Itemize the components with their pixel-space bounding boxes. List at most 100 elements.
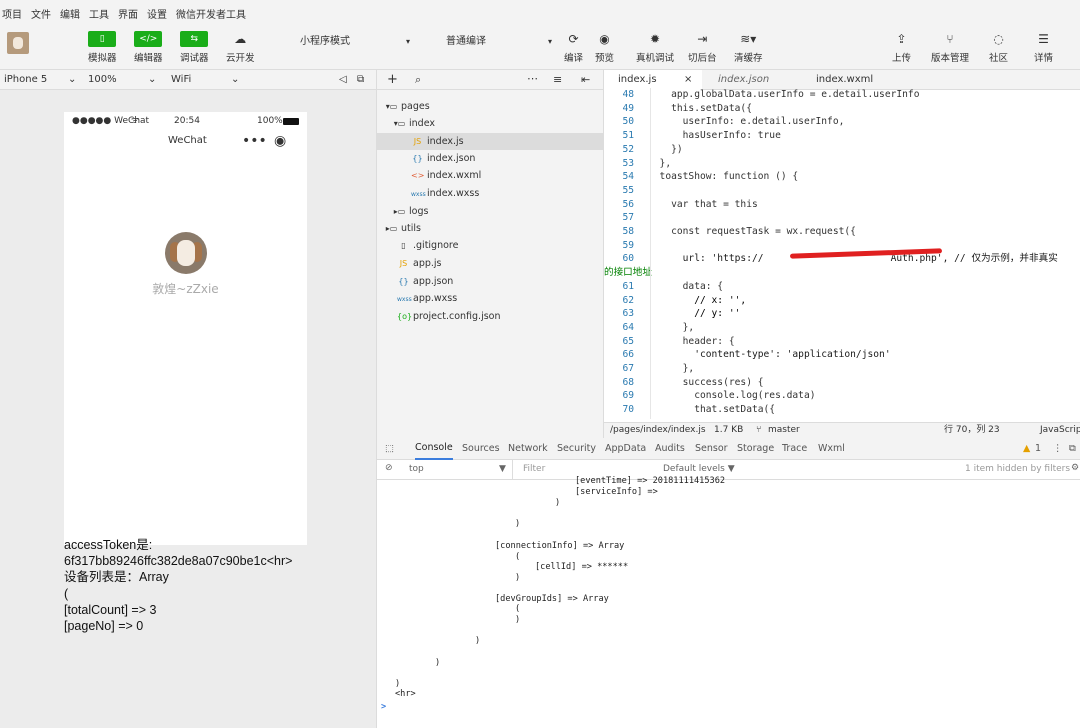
clear-console-icon[interactable]: ⊘	[385, 463, 393, 473]
console-filter-bar: ⊘ top ▼ Filter Default levels ▼ 1 item hi…	[377, 460, 1080, 480]
log-line: [connectionInfo] => Array	[495, 541, 625, 551]
more-icon[interactable]: ⋯	[527, 72, 538, 85]
user-avatar-small[interactable]	[7, 32, 29, 54]
code-line: 70 that.setData({	[622, 404, 776, 416]
tab-security[interactable]: Security	[557, 438, 596, 460]
search-icon[interactable]: ⌕	[415, 73, 421, 87]
code-line: 55	[622, 184, 634, 196]
menu-file[interactable]: 文件	[31, 6, 51, 21]
tab-storage[interactable]: Storage	[737, 438, 774, 460]
code-line: 61 data: {	[622, 280, 724, 292]
page-output: accessToken是: 6f317bb89246ffc382de8a07c9…	[64, 537, 309, 634]
remote-debug-button[interactable]: ✹ 真机调试	[636, 31, 674, 64]
phone-screen: ●●●●● WeChat ᯤ 20:54 100% WeChat ••• ◉ 敦…	[64, 112, 307, 545]
network-select[interactable]: WiFi ⌄	[171, 72, 241, 88]
close-capsule-icon[interactable]: ◉	[274, 126, 286, 156]
sort-icon[interactable]: ≡	[553, 73, 562, 86]
code-line: 57	[622, 212, 634, 224]
file-app-js[interactable]: JS app.js	[397, 255, 442, 272]
code-line: 56 var that = this	[622, 198, 758, 210]
tab-sensor[interactable]: Sensor	[695, 438, 728, 460]
user-avatar[interactable]	[165, 232, 207, 274]
devtools-panel: ⬚ Console Sources Network Security AppDa…	[376, 438, 1080, 728]
log-line: [devGroupIds] => Array	[495, 594, 609, 604]
cloud-button[interactable]: ☁ 云开发	[226, 31, 255, 64]
debugger-button[interactable]: ⇆ 调试器	[180, 31, 209, 64]
file-index-json[interactable]: {} index.json	[411, 150, 475, 167]
clear-cache-button[interactable]: ≋▾ 清缓存	[734, 31, 763, 64]
sound-icon[interactable]: ◁	[339, 72, 347, 88]
git-branch[interactable]: master	[768, 423, 800, 438]
tab-index-wxml[interactable]: index.wxml	[816, 70, 873, 90]
dock-icon[interactable]: ⧉	[1069, 438, 1076, 460]
add-icon[interactable]: +	[387, 72, 398, 87]
mode-select[interactable]: 小程序模式 ▾	[300, 34, 410, 50]
js-file-icon: JS	[413, 137, 422, 146]
warning-count: 1	[1035, 443, 1042, 454]
background-button[interactable]: ⇥ 切后台	[688, 31, 717, 64]
menu-project[interactable]: 项目	[2, 6, 22, 21]
cursor-position: 行 70，列 23	[944, 425, 1000, 435]
compile-button[interactable]: ⟳ 编译	[564, 31, 583, 64]
folder-pages[interactable]: ▾▭ pages	[385, 98, 430, 115]
folder-logs[interactable]: ▸▭ logs	[393, 203, 429, 220]
code-line: 69 console.log(res.data)	[622, 390, 816, 402]
version-button[interactable]: ⑂ 版本管理	[931, 31, 969, 64]
console-prompt[interactable]: >	[381, 702, 386, 713]
log-levels-select[interactable]: Default levels ▼	[663, 464, 735, 474]
tab-appdata[interactable]: AppData	[605, 438, 646, 460]
file-gitignore[interactable]: ▯ .gitignore	[397, 237, 458, 254]
tab-audits[interactable]: Audits	[655, 438, 685, 460]
filter-input[interactable]: Filter	[523, 464, 545, 474]
folder-utils[interactable]: ▸▭ utils	[385, 220, 421, 237]
tab-console[interactable]: Console	[415, 438, 453, 460]
more-vertical-icon[interactable]: ⋮	[1053, 438, 1063, 460]
compile-mode-select[interactable]: 普通编译 ▾	[446, 34, 552, 50]
inspect-icon[interactable]: ⬚	[385, 438, 394, 460]
wxss-file-icon: wxss	[411, 191, 426, 198]
code-line: 67 },	[622, 363, 695, 374]
chevron-down-icon: ⌄	[68, 74, 77, 85]
tab-index-js[interactable]: index.js ×	[604, 70, 702, 90]
warning-icon[interactable]: ▲	[1023, 438, 1030, 460]
collapse-icon[interactable]: ⇤	[581, 73, 590, 86]
log-line: (	[515, 552, 521, 562]
upload-icon: ⇪	[896, 32, 907, 46]
zoom-select[interactable]: 100% ⌄	[88, 72, 158, 88]
explorer-toolbar: + ⌕ ⋯ ≡ ⇤	[377, 70, 603, 90]
tab-wxml[interactable]: Wxml	[818, 438, 845, 460]
menu-settings[interactable]: 设置	[147, 6, 167, 21]
upload-button[interactable]: ⇪ 上传	[892, 31, 911, 64]
close-icon[interactable]: ×	[684, 70, 692, 90]
details-button[interactable]: ☰ 详情	[1034, 31, 1053, 64]
file-index-wxml[interactable]: <> index.wxml	[411, 167, 481, 184]
community-button[interactable]: ◌ 社区	[989, 31, 1008, 64]
settings-icon[interactable]: ⚙	[1071, 463, 1079, 473]
tab-trace[interactable]: Trace	[782, 438, 807, 460]
window-icon[interactable]: ⧉	[357, 72, 364, 88]
menu-edit[interactable]: 编辑	[60, 6, 80, 21]
editor-button[interactable]: </> 编辑器	[134, 31, 163, 64]
menu-wechat-devtools[interactable]: 微信开发者工具	[176, 6, 246, 21]
file-project-config[interactable]: {o}project.config.json	[397, 308, 501, 325]
folder-index[interactable]: ▾▭ index	[393, 115, 435, 132]
folder-icon: ▸▭	[393, 207, 406, 216]
tab-network[interactable]: Network	[508, 438, 548, 460]
menu-tools[interactable]: 工具	[89, 6, 109, 21]
phone-icon: ▯	[88, 31, 117, 47]
file-index-js[interactable]: JS index.js	[377, 133, 605, 150]
language-mode[interactable]: JavaScrip	[1040, 423, 1080, 438]
more-icon[interactable]: •••	[242, 126, 267, 156]
menu-view[interactable]: 界面	[118, 6, 138, 21]
code-line: 50 userInfo: e.detail.userInfo,	[622, 116, 845, 128]
file-index-wxss[interactable]: wxssindex.wxss	[411, 185, 479, 202]
device-select[interactable]: iPhone 5 ⌄	[4, 72, 77, 88]
tab-index-json[interactable]: index.json	[718, 70, 769, 90]
context-select[interactable]: top ▼	[403, 460, 513, 479]
simulator-button[interactable]: ▯ 模拟器	[88, 31, 117, 64]
file-app-wxss[interactable]: wxssapp.wxss	[397, 290, 457, 307]
preview-button[interactable]: ◉ 预览	[595, 31, 614, 64]
tab-sources[interactable]: Sources	[462, 438, 500, 460]
file-app-json[interactable]: {} app.json	[397, 273, 453, 290]
config-file-icon: {o}	[397, 312, 413, 321]
